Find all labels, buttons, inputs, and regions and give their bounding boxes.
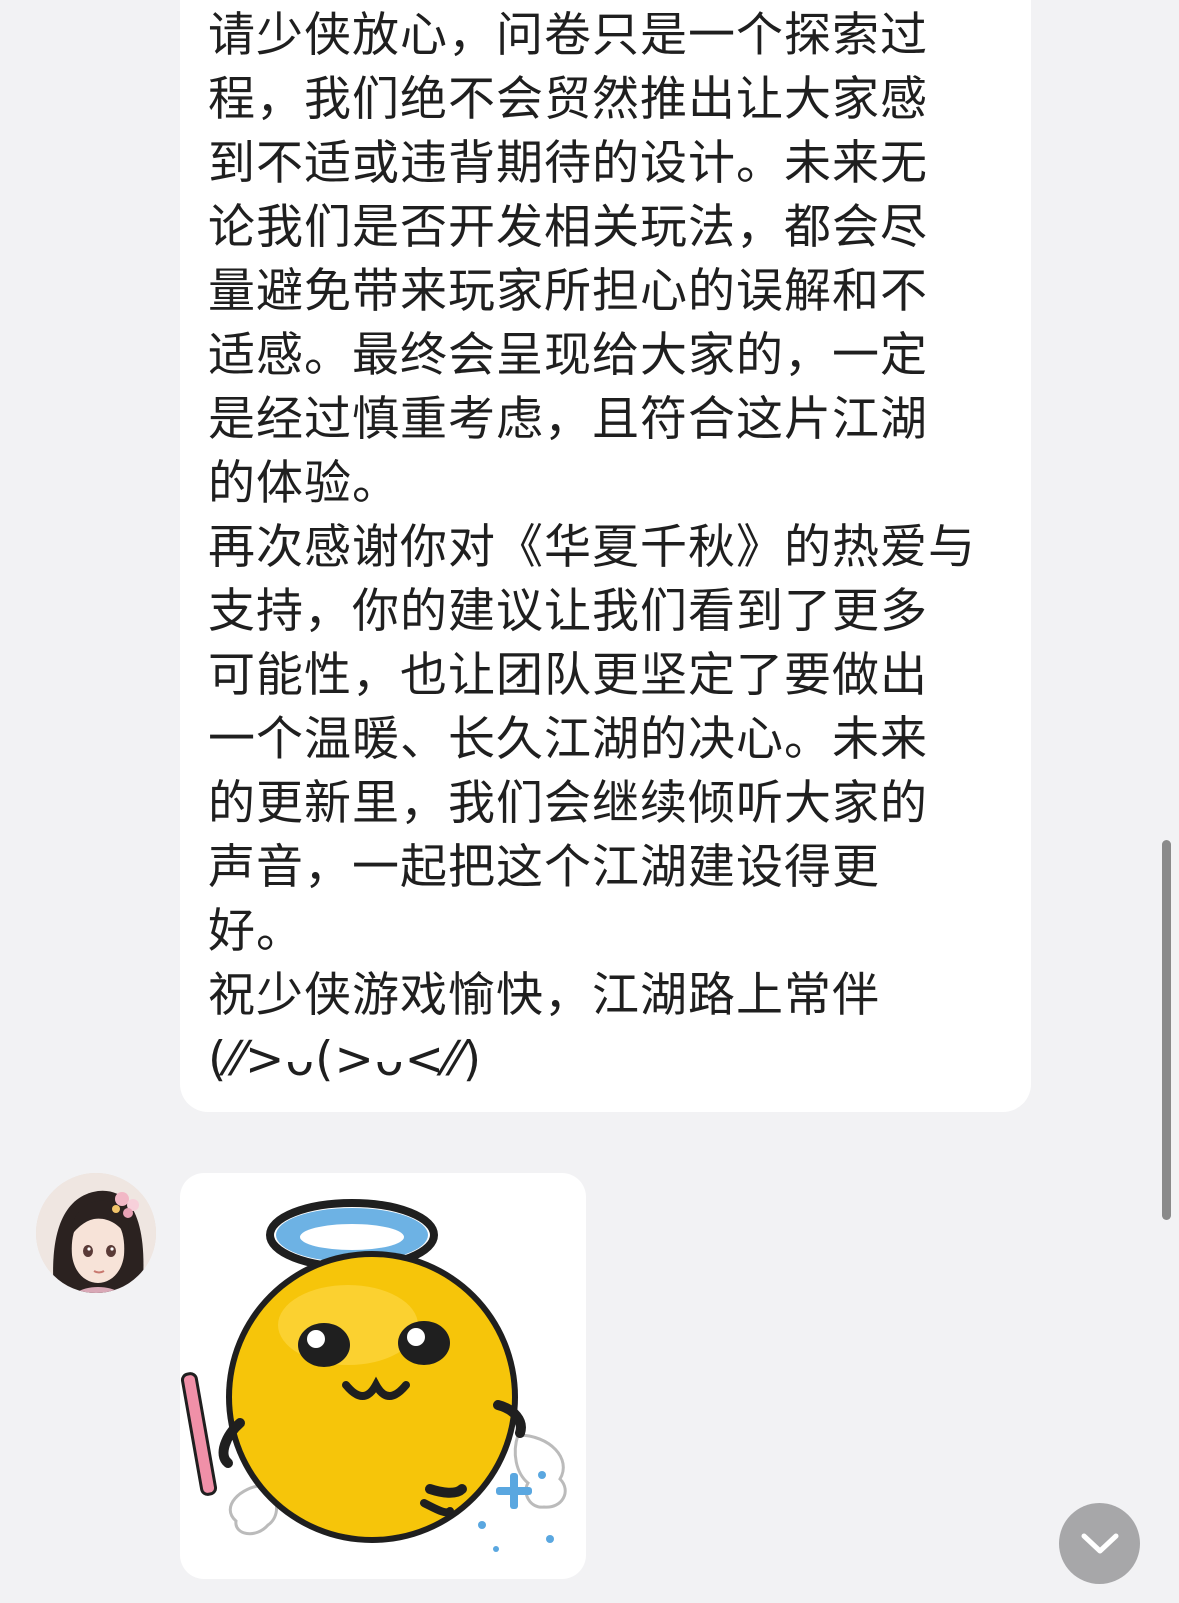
message-line: 一个温暖、长久江湖的决心。未来: [208, 712, 928, 767]
message-line: 的更新里，我们会继续倾听大家的: [208, 776, 928, 831]
chat-message-list[interactable]: 请少侠放心，问卷只是一个探索过 程，我们绝不会贸然推出让大家感 到不适或违背期待…: [0, 0, 1179, 1603]
message-paragraph: 请少侠放心，问卷只是一个探索过 程，我们绝不会贸然推出让大家感 到不适或违背期待…: [208, 4, 1007, 516]
angel-emoji-sticker-icon: [180, 1199, 567, 1552]
message-line: 可能性，也让团队更坚定了要做出: [208, 648, 928, 703]
message-line: 到不适或违背期待的设计。未来无: [208, 136, 928, 191]
message-line: (⁄⁄>ᴗ(>ᴗ<⁄⁄): [208, 1032, 483, 1087]
message-line: 论我们是否开发相关玩法，都会尽: [208, 200, 928, 255]
scrollbar-thumb[interactable]: [1162, 840, 1171, 1220]
message-line: 好。: [208, 904, 304, 959]
message-line: 声音，一起把这个江湖建设得更: [208, 840, 880, 895]
message-line: 量避免带来玩家所担心的误解和不: [208, 264, 928, 319]
message-line: 程，我们绝不会贸然推出让大家感: [208, 72, 928, 127]
scrollbar[interactable]: [1161, 0, 1173, 1603]
message-bubble[interactable]: 请少侠放心，问卷只是一个探索过 程，我们绝不会贸然推出让大家感 到不适或违背期待…: [180, 0, 1031, 1112]
sticker-message[interactable]: [180, 1173, 586, 1579]
message-line: 是经过慎重考虑，且符合这片江湖: [208, 392, 928, 447]
chevron-down-icon: [1081, 1533, 1118, 1553]
message-line: 的体验。: [208, 456, 400, 511]
message-line: 祝少侠游戏愉快，江湖路上常伴: [208, 968, 880, 1023]
message-line: 支持，你的建议让我们看到了更多: [208, 584, 928, 639]
message-text: 请少侠放心，问卷只是一个探索过 程，我们绝不会贸然推出让大家感 到不适或违背期待…: [208, 4, 1007, 1092]
message-paragraph: 再次感谢你对《华夏千秋》的热爱与 支持，你的建议让我们看到了更多 可能性，也让团…: [208, 516, 1007, 964]
avatar[interactable]: [36, 1173, 156, 1293]
message-line: 再次感谢你对《华夏千秋》的热爱与: [208, 520, 976, 575]
message-line: 适感。最终会呈现给大家的，一定: [208, 328, 928, 383]
scroll-to-bottom-button[interactable]: [1059, 1503, 1140, 1584]
message-paragraph: 祝少侠游戏愉快，江湖路上常伴 (⁄⁄>ᴗ(>ᴗ<⁄⁄): [208, 964, 1007, 1092]
message-line: 请少侠放心，问卷只是一个探索过: [208, 8, 928, 63]
avatar-anime-girl-icon: [36, 1173, 156, 1293]
